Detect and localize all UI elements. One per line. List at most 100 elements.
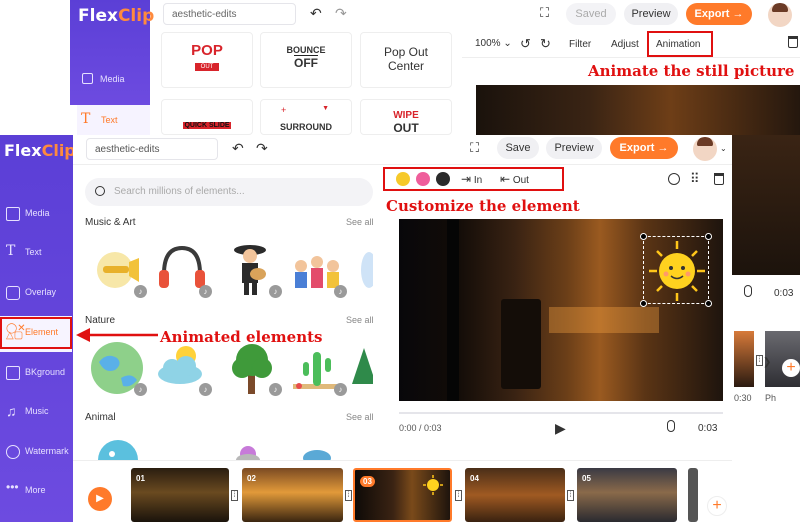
element-animal-3[interactable] [295,430,359,460]
avatar[interactable] [693,137,717,161]
avatar-chevron-down-icon[interactable]: ⌄ [720,144,727,153]
section-title-music-art: Music & Art [85,217,136,228]
back-add-clip-button[interactable]: + [782,359,800,377]
time-current: 0:00 / 0:03 [399,423,442,433]
elements-panel [73,165,384,460]
tab-filter[interactable]: Filter [569,39,591,50]
delete-icon[interactable] [714,173,724,185]
text-card-wipe-out[interactable]: WIPE OUT [360,99,452,135]
see-all-music-art[interactable]: See all [346,217,374,227]
sidebar-item-overlay[interactable]: Overlay [0,276,72,312]
back-sidebar-item-media[interactable]: Media [80,70,150,90]
back-timeline-arrow[interactable]: ❯ [763,357,771,368]
text-icon: T [81,111,91,127]
music-note-icon: ♫ [6,403,17,419]
time-end: 0:03 [698,423,718,434]
element-partial[interactable] [355,236,373,300]
annotation-animated-elements: Animated elements [160,328,323,346]
element-animal-1[interactable] [88,430,152,460]
sidebar-item-more[interactable]: ••• More [0,474,72,510]
back-transition-icon[interactable]: ⁞ [756,355,763,366]
element-trumpet[interactable]: ♪ [85,236,149,300]
back-time-right: 0:03 [774,288,794,299]
back-saved-button[interactable]: Saved [566,3,616,25]
search-input[interactable]: Search millions of elements... [85,178,373,206]
redo-icon[interactable]: ↷ [256,140,268,157]
sidebar-item-media[interactable]: Media [0,197,72,233]
back-delete-icon[interactable] [788,36,798,48]
sidebar-item-watermark[interactable]: Watermark [0,435,72,471]
overlay-icon [6,286,20,300]
back-sidebar-item-text[interactable]: T Text [77,105,150,135]
add-clip-button[interactable]: + [707,496,727,516]
front-project-name[interactable]: aesthetic-edits [86,138,218,160]
back-timeline-thumb [734,331,754,387]
export-button[interactable]: Export → [610,137,678,159]
back-export-button[interactable]: Export → [686,3,752,25]
save-button[interactable]: Save [497,137,539,159]
animation-tab-highlight [647,31,713,57]
background-icon [6,366,20,380]
back-redo-icon[interactable]: ↷ [335,5,347,22]
text-card-surround[interactable]: + ▼ SURROUND [260,99,352,135]
see-all-nature[interactable]: See all [346,315,374,325]
clip-01[interactable]: 01 [131,468,229,522]
play-button[interactable]: ▶ [555,420,566,437]
clip-04[interactable]: 04 [465,468,565,522]
sun-sticker-selection[interactable] [640,233,712,307]
tab-adjust[interactable]: Adjust [611,39,639,50]
sidebar-item-bkground[interactable]: BKground [0,356,72,392]
annotation-animate-still: Animate the still picture [588,62,795,80]
clip-06-partial[interactable] [688,468,698,522]
back-video-preview-lower [732,135,800,275]
back-screenshot: FlexClip Media T Text aesthetic-edits ↶ … [0,0,800,135]
text-card-pop-out[interactable]: POP OUT [161,32,253,88]
element-pine-partial[interactable] [350,334,373,398]
element-headphones[interactable]: ♪ [150,236,214,300]
mic-icon[interactable] [667,420,675,432]
annotation-arrow [76,328,158,342]
text-card-bounce-off[interactable]: BOUNCE OFF [260,32,352,88]
back-project-name[interactable]: aesthetic-edits [163,3,296,25]
text-card-quick-slide[interactable]: QUICK SLIDE [161,99,253,135]
clip-05[interactable]: 05 [577,468,677,522]
annotation-customize-element: Customize the element [386,197,580,215]
clip-03[interactable]: 03 [353,468,452,522]
back-zoom-select[interactable]: 100% ⌄ [475,38,512,49]
media-icon [6,207,20,221]
element-animal-2[interactable] [228,430,292,460]
chevron-down-icon: ⌄ [500,38,512,49]
front-logo[interactable]: FlexClip [4,141,76,160]
back-fullscreen-icon[interactable]: ⛶ [540,5,549,21]
sidebar-item-music[interactable]: ♫ Music [0,395,72,431]
more-dots-icon: ••• [6,480,19,494]
back-preview-button[interactable]: Preview [624,3,678,25]
sidebar-item-text[interactable]: T Text [0,236,72,272]
section-title-animal: Animal [85,412,116,423]
transition-icon[interactable]: ⁞ [567,490,574,501]
transition-icon[interactable]: ⁞ [231,490,238,501]
element-guitar-player[interactable]: ♪ [220,236,284,300]
playback-progress-bar[interactable] [399,412,723,414]
back-undo-icon[interactable]: ↶ [310,5,322,22]
timeline-play-button[interactable]: ▶ [88,487,112,511]
timer-icon[interactable] [668,173,680,185]
grid-icon[interactable]: ⠿ [690,171,700,187]
undo-icon[interactable]: ↶ [232,140,244,157]
back-timeline-label-1: 0:30 [734,393,752,403]
transition-icon[interactable]: ⁞ [345,490,352,501]
clip-02[interactable]: 02 [242,468,343,522]
element-sidebar-highlight [0,317,72,349]
back-undo-small-icon[interactable]: ↺ [520,36,531,52]
see-all-animal[interactable]: See all [346,412,374,422]
fullscreen-icon[interactable]: ⛶ [470,140,479,156]
element-band-group[interactable]: ♪ [285,236,349,300]
back-mic-icon[interactable] [744,285,752,297]
back-redo-small-icon[interactable]: ↻ [540,36,551,52]
text-card-pop-out-center[interactable]: Pop Out Center [360,32,452,88]
back-logo[interactable]: FlexClip [78,6,154,26]
transition-icon[interactable]: ⁞ [455,490,462,501]
search-icon [95,186,105,196]
preview-button[interactable]: Preview [546,137,602,159]
back-avatar[interactable] [768,3,792,27]
